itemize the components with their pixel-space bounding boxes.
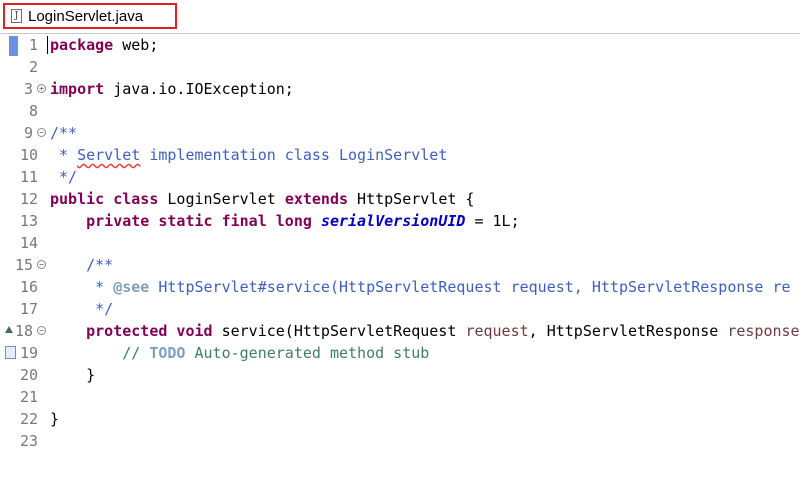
code-text[interactable]: import java.io.IOException; (50, 78, 294, 100)
editor-tab-loginservlet[interactable]: J LoginServlet.java (3, 3, 177, 29)
code-text[interactable]: /** (50, 122, 77, 144)
code-text[interactable]: protected void service(HttpServletReques… (50, 320, 799, 342)
line-number: 15 (14, 256, 33, 274)
line-number: 11 (19, 168, 38, 186)
code-line: 15 − /** (0, 254, 800, 276)
fold-collapse-icon[interactable]: − (37, 128, 46, 137)
line-number: 10 (19, 146, 38, 164)
line-number: 21 (19, 388, 38, 406)
code-text[interactable]: } (50, 408, 59, 430)
code-line: 3 + import java.io.IOException; (0, 78, 800, 100)
code-text[interactable]: /** (50, 254, 113, 276)
code-line: 16 * @see HttpServlet#service(HttpServle… (0, 276, 800, 298)
line-number: 13 (19, 212, 38, 230)
fold-expand-icon[interactable]: + (37, 84, 46, 93)
code-text[interactable]: private static final long serialVersionU… (50, 210, 520, 232)
code-text[interactable]: * @see HttpServlet#service(HttpServletRe… (50, 276, 790, 298)
code-line: 1 package web; (0, 34, 800, 56)
line-number: 1 (28, 36, 38, 54)
line-number: 23 (19, 432, 38, 450)
line-number: 20 (19, 366, 38, 384)
fold-collapse-icon[interactable]: − (37, 326, 46, 335)
code-line: 18 − protected void service(HttpServletR… (0, 320, 800, 342)
code-line: 13 private static final long serialVersi… (0, 210, 800, 232)
code-line: 9 − /** (0, 122, 800, 144)
code-text[interactable]: package web; (50, 34, 158, 56)
line-number: 18 (14, 322, 33, 340)
line-number: 2 (28, 58, 38, 76)
editor-tab-bar: J LoginServlet.java (0, 0, 800, 34)
line-number: 3 (23, 80, 33, 98)
code-line: 20 } (0, 364, 800, 386)
code-editor[interactable]: 1 package web; 2 3 + import java.io.IOEx… (0, 34, 800, 500)
line-number: 17 (19, 300, 38, 318)
line-number: 14 (19, 234, 38, 252)
code-text[interactable]: // TODO Auto-generated method stub (50, 342, 429, 364)
line-number: 19 (19, 344, 38, 362)
code-line: 14 (0, 232, 800, 254)
line-number: 22 (19, 410, 38, 428)
java-file-icon: J (11, 9, 22, 23)
code-text[interactable]: */ (50, 166, 77, 188)
spelling-error: Servlet (77, 146, 141, 164)
fold-collapse-icon[interactable]: − (37, 260, 46, 269)
code-line: 8 (0, 100, 800, 122)
code-line: 2 (0, 56, 800, 78)
code-line: 17 */ (0, 298, 800, 320)
line-number: 16 (19, 278, 38, 296)
line-number: 12 (19, 190, 38, 208)
code-text[interactable]: */ (50, 298, 113, 320)
code-line: 10 * Servlet implementation class LoginS… (0, 144, 800, 166)
code-line: 23 (0, 430, 800, 452)
line-number: 8 (28, 102, 38, 120)
code-line: 19 // TODO Auto-generated method stub (0, 342, 800, 364)
code-line: 12 public class LoginServlet extends Htt… (0, 188, 800, 210)
code-text[interactable]: } (50, 364, 95, 386)
tab-label: LoginServlet.java (28, 7, 144, 25)
code-line: 22 } (0, 408, 800, 430)
code-text[interactable]: * Servlet implementation class LoginServ… (50, 144, 447, 166)
code-line: 21 (0, 386, 800, 408)
text-cursor (47, 36, 48, 54)
line-number: 9 (23, 124, 33, 142)
code-line: 11 */ (0, 166, 800, 188)
code-text[interactable]: public class LoginServlet extends HttpSe… (50, 188, 474, 210)
